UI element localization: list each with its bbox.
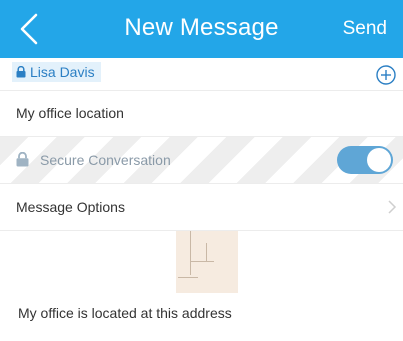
map-road xyxy=(190,261,214,262)
chevron-right-icon xyxy=(388,200,397,214)
subject-input[interactable] xyxy=(16,90,376,136)
map-road xyxy=(190,231,191,275)
recipient-row: Lisa Davis xyxy=(0,58,403,91)
map-attachment-thumbnail[interactable] xyxy=(176,231,238,293)
add-recipient-button[interactable] xyxy=(375,64,397,86)
lock-icon xyxy=(16,66,26,78)
map-road xyxy=(178,277,198,278)
plus-circle-icon xyxy=(376,65,396,85)
map-road xyxy=(206,243,207,261)
message-options-label: Message Options xyxy=(16,199,125,215)
secure-conversation-label: Secure Conversation xyxy=(40,152,171,168)
recipient-chip[interactable]: Lisa Davis xyxy=(12,62,101,82)
lock-icon xyxy=(16,152,29,167)
navigation-bar: New Message Send xyxy=(0,0,403,58)
toggle-knob xyxy=(367,148,391,172)
secure-conversation-row: Secure Conversation xyxy=(0,137,403,184)
message-body-row: My office is located at this address xyxy=(0,294,403,341)
message-options-row[interactable]: Message Options xyxy=(0,184,403,231)
send-button[interactable]: Send xyxy=(343,18,387,40)
recipient-name: Lisa Davis xyxy=(30,64,95,80)
message-body-text[interactable]: My office is located at this address xyxy=(18,294,248,332)
subject-row xyxy=(0,90,403,137)
secure-conversation-toggle[interactable] xyxy=(337,146,393,174)
